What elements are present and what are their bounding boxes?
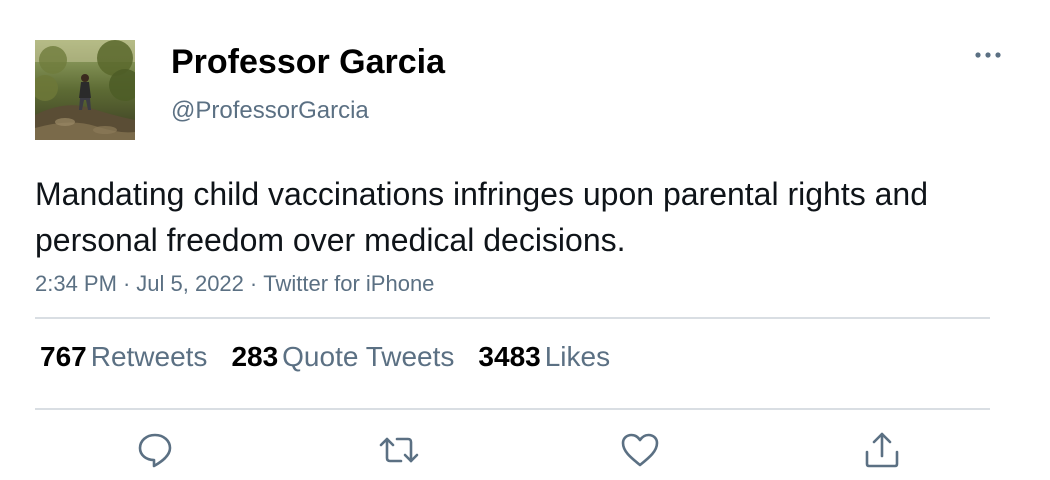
reply-button[interactable] xyxy=(133,428,177,472)
tweet-source[interactable]: Twitter for iPhone xyxy=(263,271,434,296)
likes-count: 3483 xyxy=(478,341,541,372)
likes-label: Likes xyxy=(544,341,611,372)
reply-icon xyxy=(138,433,172,468)
likes-stat[interactable]: 3483 Likes xyxy=(478,341,610,373)
tweet-date[interactable]: Jul 5, 2022 xyxy=(136,271,244,296)
author-handle[interactable]: @ProfessorGarcia xyxy=(171,97,369,125)
retweet-icon xyxy=(379,437,419,463)
share-button[interactable] xyxy=(860,428,904,472)
quote-tweets-count: 283 xyxy=(231,341,279,372)
quote-tweets-stat[interactable]: 283 Quote Tweets xyxy=(231,341,454,373)
tweet-time[interactable]: 2:34 PM xyxy=(35,271,117,296)
quote-tweets-label: Quote Tweets xyxy=(282,341,455,372)
tweet-text: Mandating child vaccinations infringes u… xyxy=(35,176,928,258)
like-button[interactable] xyxy=(618,428,662,472)
avatar[interactable] xyxy=(35,40,135,140)
avatar-photo xyxy=(35,40,135,140)
author-display-name[interactable]: Professor Garcia xyxy=(171,43,445,82)
tweet-meta: 2:34 PM · Jul 5, 2022 · Twitter for iPhone xyxy=(35,271,434,297)
divider xyxy=(35,408,990,410)
divider xyxy=(35,317,990,319)
retweets-label: Retweets xyxy=(90,341,208,372)
meta-separator: · xyxy=(122,271,131,296)
like-icon xyxy=(621,433,659,467)
retweet-button[interactable] xyxy=(377,428,421,472)
retweets-count: 767 xyxy=(40,341,87,372)
tweet-stats: 767 Retweets 283 Quote Tweets 3483 Likes xyxy=(40,341,634,373)
retweets-stat[interactable]: 767 Retweets xyxy=(40,341,207,373)
meta-separator: · xyxy=(249,271,258,296)
more-button[interactable] xyxy=(968,40,1008,70)
share-icon xyxy=(865,432,899,468)
more-horizontal-icon xyxy=(975,52,1001,58)
